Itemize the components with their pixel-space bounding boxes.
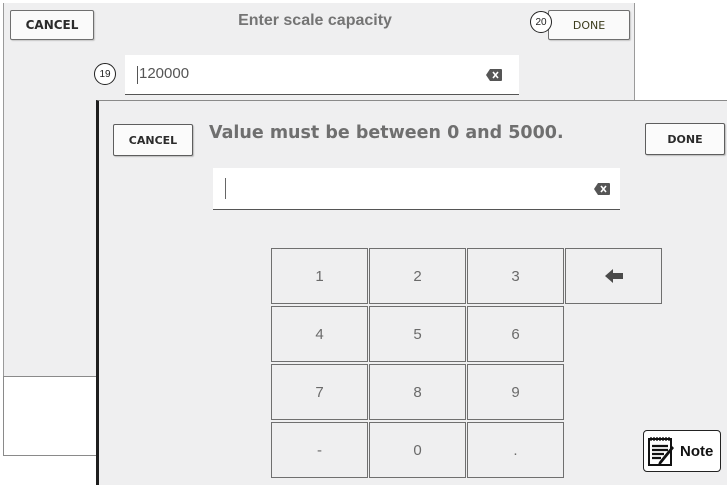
left-arrow-icon — [604, 269, 623, 283]
capacity-input[interactable]: 120000 — [125, 55, 519, 95]
capacity-cancel-button[interactable]: CANCEL — [10, 10, 94, 40]
keypad-key-8[interactable]: 8 — [369, 364, 466, 420]
keypad-key-6[interactable]: 6 — [467, 306, 564, 362]
clear-input-icon[interactable] — [594, 183, 610, 195]
text-caret — [137, 65, 138, 84]
validation-done-button[interactable]: DONE — [645, 123, 725, 155]
keypad-backspace-button[interactable] — [565, 248, 662, 304]
keypad-key-minus[interactable]: - — [271, 422, 368, 478]
callout-20: 20 — [530, 11, 552, 33]
validation-cancel-button[interactable]: CANCEL — [113, 124, 193, 156]
callout-19: 19 — [94, 63, 116, 85]
keypad-key-2[interactable]: 2 — [369, 248, 466, 304]
keypad-key-4[interactable]: 4 — [271, 306, 368, 362]
text-caret — [225, 178, 226, 199]
keypad-key-1[interactable]: 1 — [271, 248, 368, 304]
clear-input-icon[interactable] — [486, 69, 502, 81]
capacity-dialog-footer — [3, 376, 96, 456]
note-badge: Note — [643, 430, 721, 472]
capacity-dialog-title: Enter scale capacity — [238, 12, 392, 29]
capacity-input-value: 120000 — [139, 65, 190, 83]
value-input[interactable] — [213, 168, 620, 210]
validation-dialog: CANCEL Value must be between 0 and 5000.… — [96, 100, 727, 485]
keypad-key-7[interactable]: 7 — [271, 364, 368, 420]
capacity-input-value-wrap: 120000 — [125, 65, 190, 84]
capacity-done-button[interactable]: DONE — [548, 10, 630, 40]
notepad-pencil-icon — [648, 437, 674, 466]
keypad-key-9[interactable]: 9 — [467, 364, 564, 420]
validation-message: Value must be between 0 and 5000. — [209, 123, 564, 143]
keypad-key-3[interactable]: 3 — [467, 248, 564, 304]
keypad-key-decimal[interactable]: . — [467, 422, 564, 478]
keypad-key-5[interactable]: 5 — [369, 306, 466, 362]
keypad-key-0[interactable]: 0 — [369, 422, 466, 478]
note-label: Note — [680, 442, 714, 460]
